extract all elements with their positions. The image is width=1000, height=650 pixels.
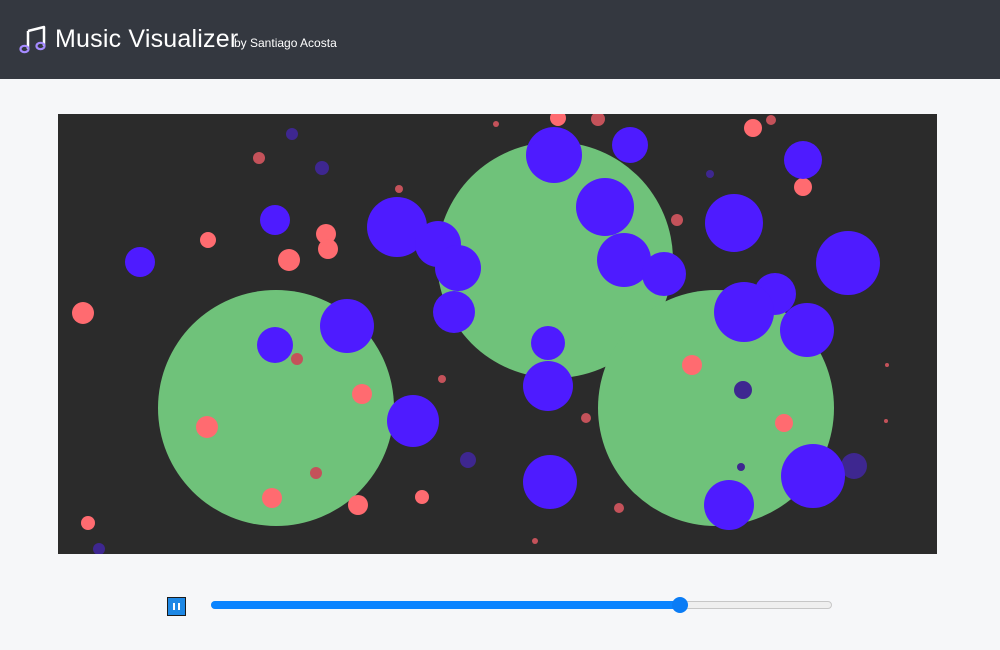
visualizer-circle-dim-blue	[706, 170, 714, 178]
visualizer-circle-blue	[257, 327, 293, 363]
visualizer-circle-red	[775, 414, 793, 432]
slider-thumb[interactable]	[671, 597, 688, 613]
visualizer-circle-blue	[781, 444, 845, 508]
visualizer-circle-dim-blue	[460, 452, 476, 468]
visualizer-circle-blue	[576, 178, 634, 236]
visualizer-circle-dim-red	[532, 538, 538, 544]
visualizer-circle-blue	[125, 247, 155, 277]
slider-fill	[211, 601, 680, 609]
visualizer-circle-red	[744, 119, 762, 137]
visualizer-circle-blue	[433, 291, 475, 333]
visualizer-circle-red	[348, 495, 368, 515]
visualizer-circle-dim-blue	[286, 128, 298, 140]
visualizer-circle-blue	[705, 194, 763, 252]
visualizer-circle-red	[81, 516, 95, 530]
visualizer-circle-dim-red	[581, 413, 591, 423]
visualizer-circle-red	[278, 249, 300, 271]
app-header: Music Visualizer by Santiago Acosta	[0, 0, 1000, 79]
visualizer-circle-blue	[523, 361, 573, 411]
visualizer-circle-dim-red	[253, 152, 265, 164]
visualizer-circle-red	[318, 239, 338, 259]
visualizer-circle-dim-blue	[734, 381, 752, 399]
visualizer-circle-blue	[523, 455, 577, 509]
visualizer-circle-dim-red	[291, 353, 303, 365]
visualizer-circle-blue	[784, 141, 822, 179]
visualizer-circle-red	[682, 355, 702, 375]
visualizer-circle-blue	[704, 480, 754, 530]
app-title: Music Visualizer	[55, 25, 239, 53]
visualizer-circle-dim-red	[614, 503, 624, 513]
visualizer-circle-dim-red	[884, 419, 888, 423]
visualizer-circle-dim-blue	[315, 161, 329, 175]
visualizer-circle-dim-blue	[737, 463, 745, 471]
visualizer-circle-red	[200, 232, 216, 248]
visualizer-circle-red	[196, 416, 218, 438]
visualizer-circle-blue	[320, 299, 374, 353]
visualizer-circle-dim-red	[493, 121, 499, 127]
visualizer-circle-red	[550, 114, 566, 126]
visualizer-circle-dim-red	[671, 214, 683, 226]
visualizer-svg	[72, 114, 889, 554]
music-note-icon	[19, 25, 46, 54]
visualizer-circle-blue	[714, 282, 774, 342]
visualizer-circle-dim-blue	[93, 543, 105, 554]
visualizer-circle-blue	[260, 205, 290, 235]
visualizer-circle-dim-red	[310, 467, 322, 479]
progress-slider[interactable]	[211, 597, 832, 613]
visualizer-circle-dim-red	[885, 363, 889, 367]
visualizer-circle-red	[72, 302, 94, 324]
pause-icon	[173, 603, 180, 610]
visualizer-circle-red	[415, 490, 429, 504]
visualizer-circle-blue	[526, 127, 582, 183]
visualizer-circle-blue	[816, 231, 880, 295]
visualizer-circle-dim-red	[591, 114, 605, 126]
author-byline: by Santiago Acosta	[234, 36, 337, 50]
visualizer-circle-blue	[780, 303, 834, 357]
visualizer-circle-blue	[612, 127, 648, 163]
visualizer-circle-dim-red	[395, 185, 403, 193]
visualizer-circle-red	[262, 488, 282, 508]
visualizer-circle-blue	[435, 245, 481, 291]
visualizer-circle-dim-red	[438, 375, 446, 383]
visualizer-circle-blue	[387, 395, 439, 447]
visualizer-circle-dim-red	[766, 115, 776, 125]
player-controls	[0, 590, 1000, 622]
visualizer-canvas	[58, 114, 937, 554]
visualizer-circle-red	[352, 384, 372, 404]
visualizer-circle-blue	[642, 252, 686, 296]
visualizer-circle-blue	[531, 326, 565, 360]
pause-button[interactable]	[167, 597, 186, 616]
visualizer-circle-red	[794, 178, 812, 196]
